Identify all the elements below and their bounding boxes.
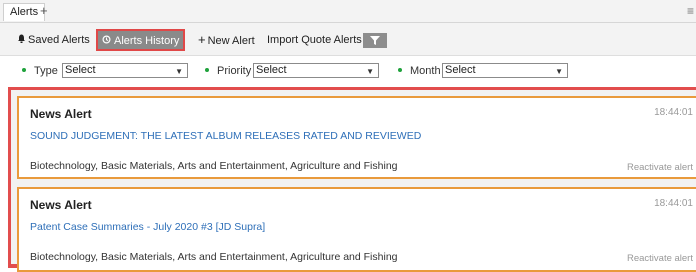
filter-row: Type Select ▼ Priority Select ▼ Month Se… bbox=[0, 56, 696, 84]
saved-alerts-label: Saved Alerts bbox=[28, 34, 90, 46]
type-label: Type bbox=[34, 65, 58, 77]
add-tab-button[interactable]: + bbox=[40, 3, 48, 19]
alert-title: News Alert bbox=[30, 198, 92, 212]
type-select-value: Select bbox=[65, 64, 96, 76]
alert-tags: Biotechnology, Basic Materials, Arts and… bbox=[30, 160, 398, 172]
month-label: Month bbox=[410, 65, 441, 77]
alert-card[interactable]: News Alert 18:44:01 SOUND JUDGEMENT: THE… bbox=[17, 96, 696, 179]
saved-alerts-button[interactable]: Saved Alerts bbox=[18, 30, 90, 50]
priority-filter: Priority Select ▼ bbox=[205, 63, 379, 79]
month-select-value: Select bbox=[445, 64, 476, 76]
alert-headline-link[interactable]: SOUND JUDGEMENT: THE LATEST ALBUM RELEAS… bbox=[30, 130, 421, 142]
chevron-down-icon: ▼ bbox=[366, 67, 374, 76]
bullet-icon bbox=[398, 68, 402, 73]
priority-select-value: Select bbox=[256, 64, 287, 76]
alert-time: 18:44:01 bbox=[654, 107, 693, 118]
alerts-history-label: Alerts History bbox=[114, 35, 180, 47]
new-alert-button[interactable]: + New Alert bbox=[198, 30, 255, 50]
month-filter: Month Select ▼ bbox=[398, 63, 568, 79]
chevron-down-icon: ▼ bbox=[175, 67, 183, 76]
alert-title: News Alert bbox=[30, 107, 92, 121]
alert-tags: Biotechnology, Basic Materials, Arts and… bbox=[30, 251, 398, 263]
alerts-history-button[interactable]: Alerts History bbox=[96, 29, 186, 51]
new-alert-label: New Alert bbox=[207, 35, 255, 47]
type-filter: Type Select ▼ bbox=[22, 63, 188, 79]
funnel-icon bbox=[370, 36, 380, 45]
menu-icon[interactable]: ≡ bbox=[687, 4, 694, 18]
plus-icon: + bbox=[198, 32, 206, 47]
type-select[interactable]: Select ▼ bbox=[62, 63, 188, 78]
alerts-list: News Alert 18:44:01 SOUND JUDGEMENT: THE… bbox=[8, 87, 696, 272]
reactivate-alert-link[interactable]: Reactivate alert bbox=[627, 162, 693, 173]
priority-select[interactable]: Select ▼ bbox=[253, 63, 379, 78]
bell-icon bbox=[18, 34, 25, 43]
history-icon bbox=[102, 35, 111, 44]
alert-card[interactable]: News Alert 18:44:01 Patent Case Summarie… bbox=[17, 187, 696, 272]
filter-button[interactable] bbox=[363, 33, 387, 48]
priority-label: Priority bbox=[217, 65, 252, 77]
bullet-icon bbox=[22, 68, 26, 73]
chevron-down-icon: ▼ bbox=[555, 67, 563, 76]
reactivate-alert-link[interactable]: Reactivate alert bbox=[627, 253, 693, 264]
alerts-toolbar: Saved Alerts Alerts History + New Alert I… bbox=[0, 23, 696, 56]
tab-strip: Alerts + ≡ bbox=[0, 0, 696, 23]
alert-headline-link[interactable]: Patent Case Summaries - July 2020 #3 [JD… bbox=[30, 221, 265, 233]
tab-alerts[interactable]: Alerts bbox=[3, 3, 46, 21]
import-quote-alerts-button[interactable]: Import Quote Alerts bbox=[267, 30, 362, 50]
month-select[interactable]: Select ▼ bbox=[442, 63, 568, 78]
alert-time: 18:44:01 bbox=[654, 198, 693, 209]
bullet-icon bbox=[205, 68, 209, 73]
